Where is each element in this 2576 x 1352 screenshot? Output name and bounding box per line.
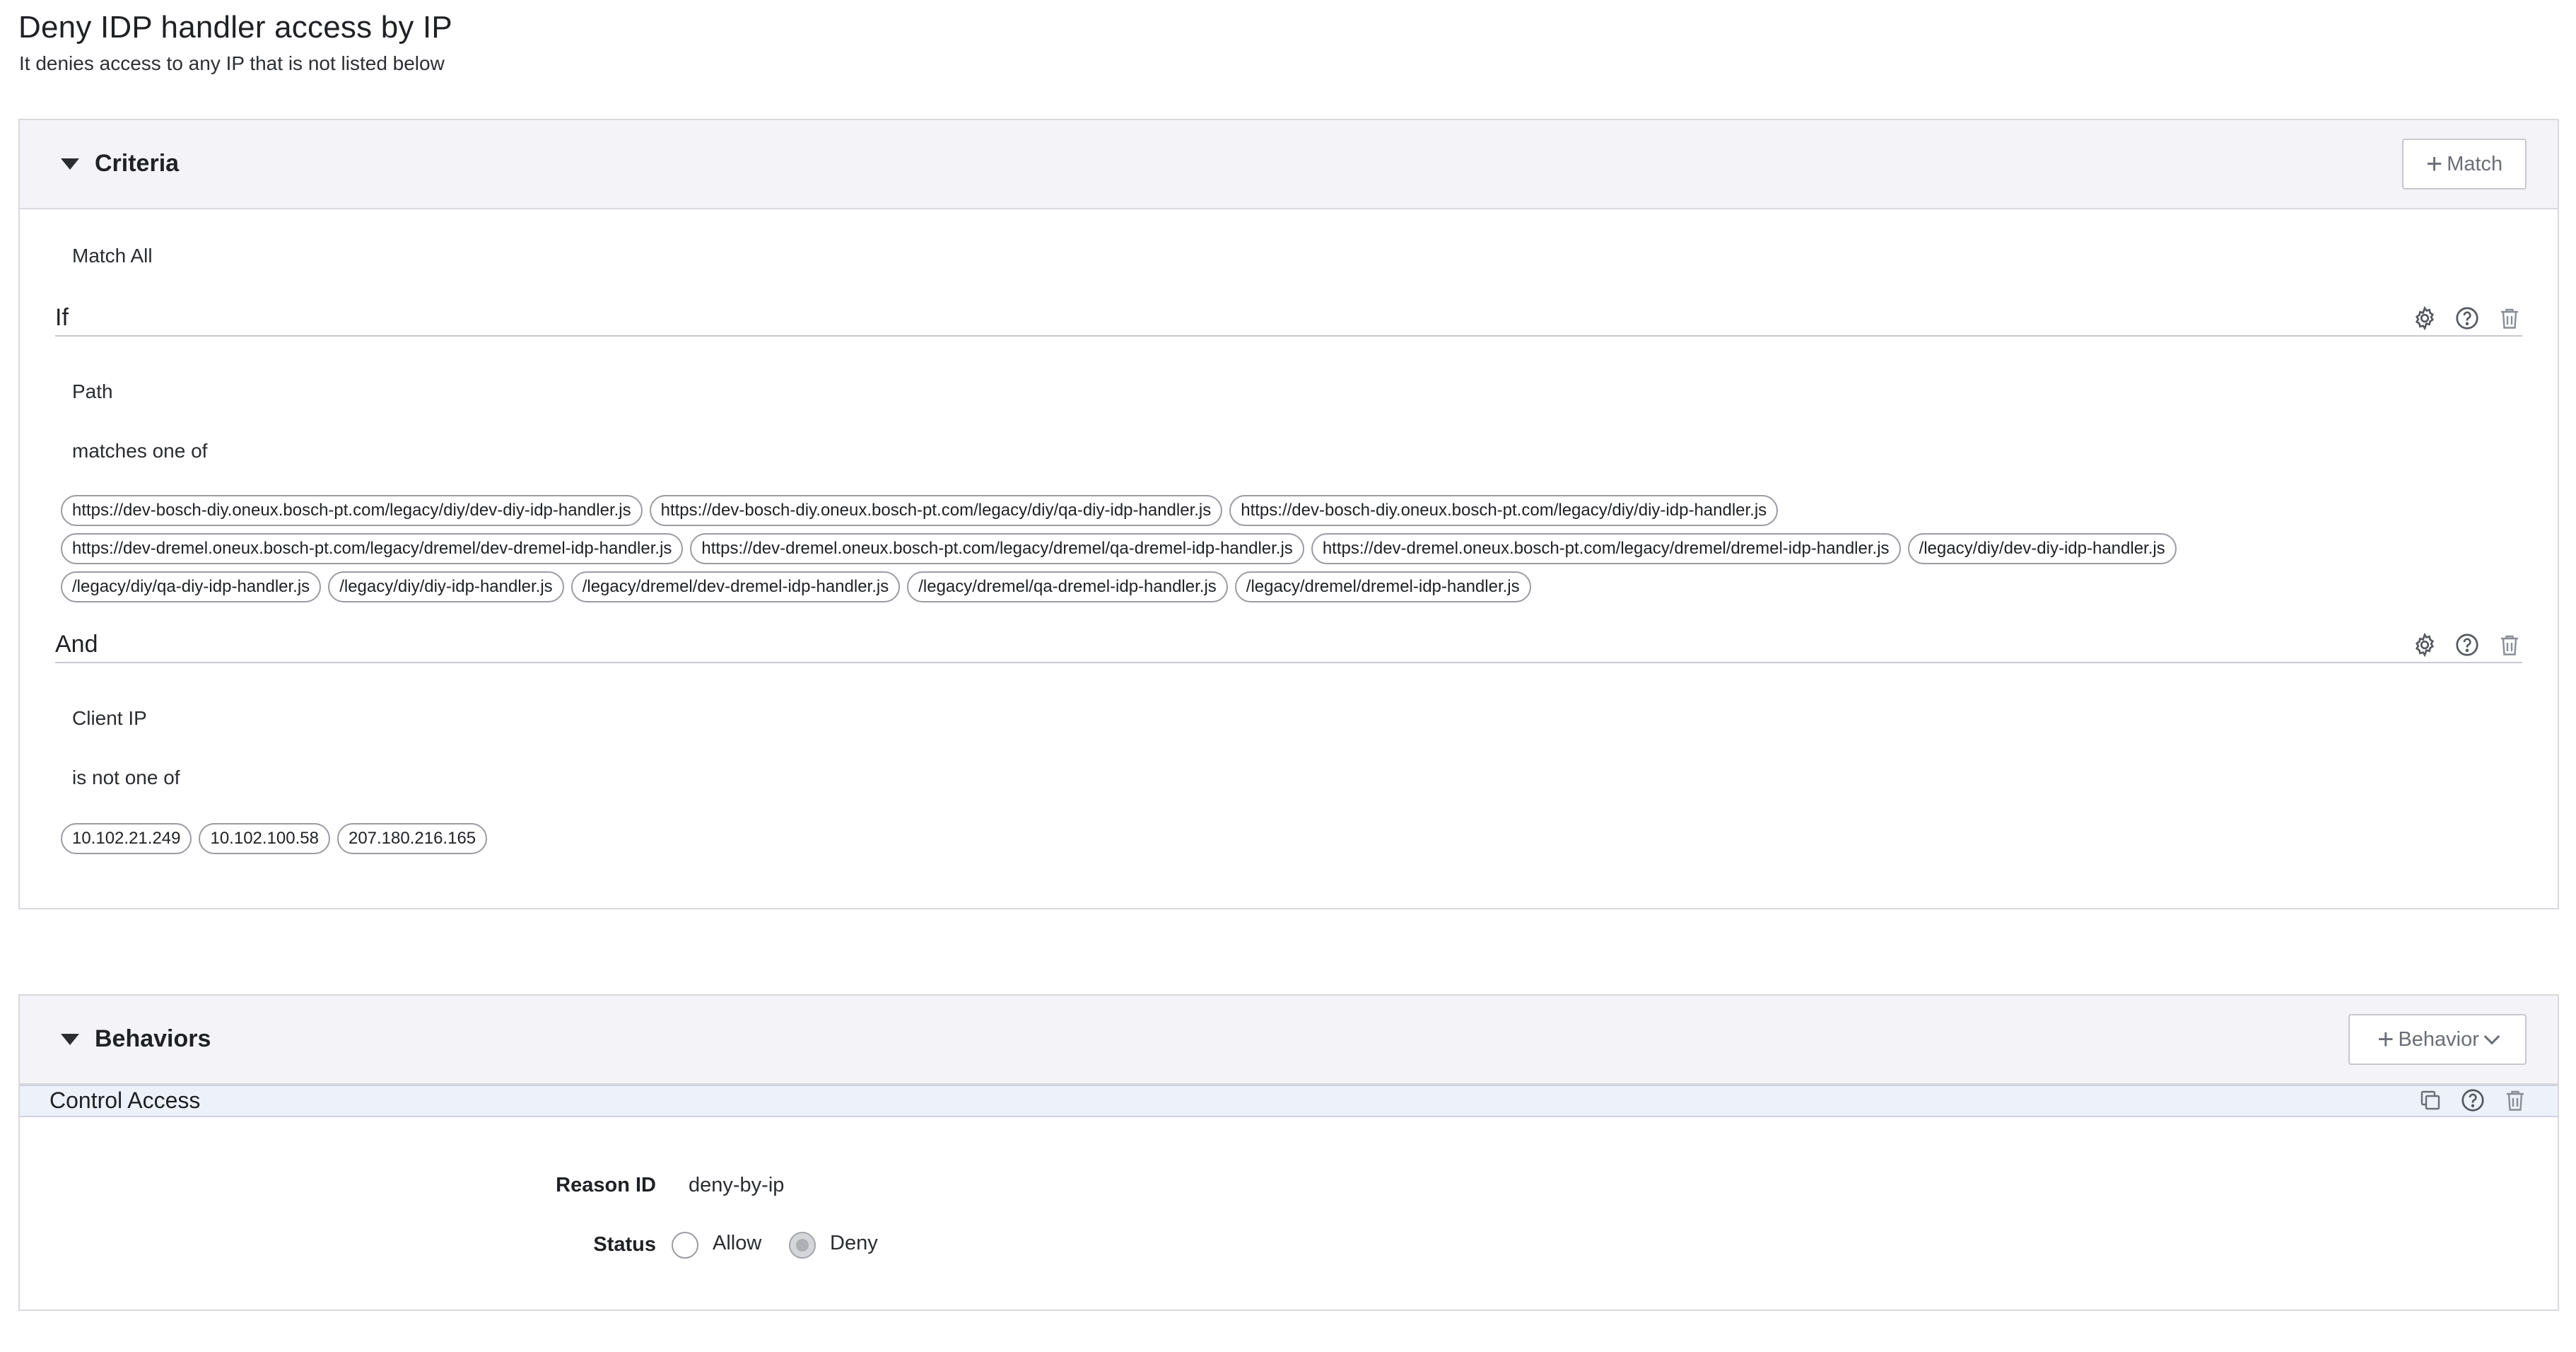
match-mode[interactable]: Match All xyxy=(72,245,153,267)
trash-icon[interactable] xyxy=(2497,632,2522,658)
reason-id-label: Reason ID xyxy=(556,1174,656,1196)
add-match-button[interactable]: + Match xyxy=(2402,139,2527,190)
behavior-actions xyxy=(2418,1088,2528,1113)
criteria-panel: Criteria + Match Match All If Path match… xyxy=(18,119,2559,909)
client-ip-values: 10.102.21.249 10.102.100.58 207.180.216.… xyxy=(61,823,2535,854)
chevron-down-icon xyxy=(2483,1028,2500,1045)
value-chip[interactable]: /legacy/diy/qa-diy-idp-handler.js xyxy=(61,571,322,602)
value-chip[interactable]: https://dev-dremel.oneux.bosch-pt.com/le… xyxy=(1311,533,1901,564)
collapse-caret-icon[interactable] xyxy=(61,1034,79,1045)
page-subtitle: It denies access to any IP that is not l… xyxy=(19,52,445,74)
behavior-control-access[interactable]: Control Access xyxy=(20,1085,2558,1117)
criteria-title: Criteria xyxy=(95,150,180,177)
help-circle-icon[interactable] xyxy=(2460,1088,2486,1113)
value-chip[interactable]: 207.180.216.165 xyxy=(336,823,488,854)
reason-id-value[interactable]: deny-by-ip xyxy=(689,1174,784,1197)
gear-icon[interactable] xyxy=(2412,632,2437,658)
page-title: Deny IDP handler access by IP xyxy=(18,10,452,45)
condition-connector-and: And xyxy=(55,631,98,658)
behavior-name: Control Access xyxy=(49,1088,201,1113)
status-allow-radio[interactable] xyxy=(672,1232,698,1259)
condition-operator[interactable]: is not one of xyxy=(72,767,180,789)
condition-divider xyxy=(55,335,2522,337)
value-chip[interactable]: 10.102.21.249 xyxy=(61,823,192,854)
add-behavior-label: Behavior xyxy=(2398,1027,2479,1051)
value-chip[interactable]: /legacy/diy/diy-idp-handler.js xyxy=(328,571,564,602)
behaviors-header: Behaviors + Behavior xyxy=(20,996,2558,1085)
collapse-caret-icon[interactable] xyxy=(61,158,79,170)
condition-actions xyxy=(2412,305,2522,331)
add-match-label: Match xyxy=(2447,152,2503,175)
value-chip[interactable]: /legacy/diy/dev-diy-idp-handler.js xyxy=(1907,533,2177,564)
help-circle-icon[interactable] xyxy=(2454,305,2480,331)
trash-icon[interactable] xyxy=(2502,1088,2528,1113)
condition-field[interactable]: Path xyxy=(72,380,113,403)
add-behavior-button[interactable]: + Behavior xyxy=(2348,1014,2527,1065)
value-chip[interactable]: /legacy/dremel/qa-dremel-idp-handler.js xyxy=(907,571,1228,602)
condition-actions xyxy=(2412,632,2522,658)
help-circle-icon[interactable] xyxy=(2454,632,2480,658)
criteria-header: Criteria + Match xyxy=(20,120,2558,209)
behaviors-title: Behaviors xyxy=(95,1025,211,1052)
value-chip[interactable]: https://dev-dremel.oneux.bosch-pt.com/le… xyxy=(690,533,1304,564)
copy-icon[interactable] xyxy=(2418,1088,2443,1113)
trash-icon[interactable] xyxy=(2497,305,2522,331)
plus-icon: + xyxy=(2377,1024,2394,1055)
value-chip[interactable]: https://dev-bosch-diy.oneux.bosch-pt.com… xyxy=(1229,495,1779,526)
condition-field[interactable]: Client IP xyxy=(72,707,147,730)
value-chip[interactable]: https://dev-dremel.oneux.bosch-pt.com/le… xyxy=(61,533,684,564)
behaviors-panel: Behaviors + Behavior Control Access Reas… xyxy=(18,994,2559,1311)
status-label: Status xyxy=(593,1233,656,1256)
plus-icon: + xyxy=(2425,148,2443,180)
condition-divider xyxy=(55,662,2522,663)
status-deny-label[interactable]: Deny xyxy=(830,1232,878,1255)
path-values: https://dev-bosch-diy.oneux.bosch-pt.com… xyxy=(61,495,2535,602)
gear-icon[interactable] xyxy=(2412,305,2437,331)
value-chip[interactable]: https://dev-bosch-diy.oneux.bosch-pt.com… xyxy=(649,495,1223,526)
condition-operator[interactable]: matches one of xyxy=(72,440,207,462)
value-chip[interactable]: https://dev-bosch-diy.oneux.bosch-pt.com… xyxy=(61,495,643,526)
value-chip[interactable]: /legacy/dremel/dev-dremel-idp-handler.js xyxy=(570,571,901,602)
condition-connector-if: If xyxy=(55,304,69,331)
value-chip[interactable]: /legacy/dremel/dremel-idp-handler.js xyxy=(1234,571,1531,602)
status-deny-radio[interactable] xyxy=(789,1232,816,1259)
value-chip[interactable]: 10.102.100.58 xyxy=(199,823,330,854)
status-allow-label[interactable]: Allow xyxy=(713,1232,761,1255)
